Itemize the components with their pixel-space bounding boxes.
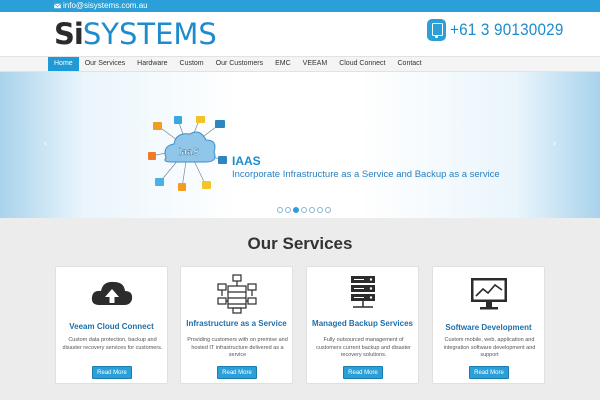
read-more-button[interactable]: Read More	[92, 366, 132, 379]
nav-item-emc[interactable]: EMC	[269, 57, 297, 71]
hero-slider: ‹ › IaaS IAAS Incorporate Infrastructure	[0, 72, 600, 218]
nav-item-home[interactable]: Home	[48, 57, 79, 71]
slider-dot[interactable]	[301, 207, 307, 213]
server-rack-icon	[307, 273, 418, 315]
nav-item-contact[interactable]: Contact	[392, 57, 428, 71]
card-title: Software Development	[445, 323, 532, 332]
card-description: Custom data protection, backup and disas…	[62, 337, 163, 351]
phone-contact[interactable]: +61 3 90130029	[427, 19, 576, 41]
logo-si: Si	[54, 16, 84, 51]
card-description: Custom mobile, web, application and inte…	[443, 337, 536, 359]
email-link[interactable]: info@sisystems.com.au	[54, 1, 148, 11]
phone-number: +61 3 90130029	[450, 20, 564, 39]
iaas-cloud-illustration: IaaS	[148, 116, 228, 192]
read-more-button[interactable]: Read More	[469, 366, 509, 379]
top-bar: info@sisystems.com.au	[0, 0, 600, 12]
service-card-iaas: Infrastructure as a Service Providing cu…	[180, 266, 293, 384]
nav-item-hardware[interactable]: Hardware	[131, 57, 173, 71]
card-title: Infrastructure as a Service	[186, 319, 287, 328]
site-logo[interactable]: Si SYSTEMS	[54, 16, 217, 52]
read-more-button[interactable]: Read More	[217, 366, 257, 379]
slider-dot[interactable]	[325, 207, 331, 213]
slide-subtitle: Incorporate Infrastructure as a Service …	[232, 169, 500, 180]
slider-dot[interactable]	[285, 207, 291, 213]
cloud-network-icon: IaaS	[148, 116, 227, 191]
infrastructure-network-icon	[181, 273, 292, 315]
slider-dot[interactable]	[317, 207, 323, 213]
cloud-label: IaaS	[179, 147, 200, 158]
card-title: Veeam Cloud Connect	[69, 322, 154, 331]
logo-systems: SYSTEMS	[82, 16, 217, 51]
service-card-veeam: Veeam Cloud Connect Custom data protecti…	[55, 266, 168, 384]
card-description: Providing customers with on premise and …	[187, 337, 288, 359]
slider-prev-arrow[interactable]: ‹	[44, 138, 47, 148]
nav-item-our-customers[interactable]: Our Customers	[210, 57, 269, 71]
email-text: info@sisystems.com.au	[63, 1, 148, 10]
nav-item-our-services[interactable]: Our Services	[79, 57, 131, 71]
cloud-upload-icon	[56, 273, 167, 315]
card-description: Fully outsourced management of customers…	[316, 337, 411, 359]
site-header: Si SYSTEMS +61 3 90130029	[0, 12, 600, 56]
slider-next-arrow[interactable]: ›	[553, 138, 556, 148]
card-title: Managed Backup Services	[312, 319, 413, 328]
mobile-phone-icon	[427, 19, 446, 41]
nav-item-cloud-connect[interactable]: Cloud Connect	[333, 57, 391, 71]
services-heading: Our Services	[247, 234, 353, 253]
service-card-software: Software Development Custom mobile, web,…	[432, 266, 545, 384]
monitor-chart-icon	[433, 273, 544, 315]
slider-pagination	[277, 207, 331, 213]
read-more-button[interactable]: Read More	[343, 366, 383, 379]
service-card-managed-backup: Managed Backup Services Fully outsourced…	[306, 266, 419, 384]
main-nav: Home Our Services Hardware Custom Our Cu…	[0, 56, 600, 72]
nav-item-veeam[interactable]: VEEAM	[297, 57, 334, 71]
slider-dot-active[interactable]	[293, 207, 299, 213]
nav-list: Home Our Services Hardware Custom Our Cu…	[48, 57, 428, 71]
slider-dot[interactable]	[277, 207, 283, 213]
slider-dot[interactable]	[309, 207, 315, 213]
envelope-icon	[54, 3, 61, 9]
nav-item-custom[interactable]: Custom	[174, 57, 210, 71]
slide-title: IAAS	[232, 154, 261, 168]
